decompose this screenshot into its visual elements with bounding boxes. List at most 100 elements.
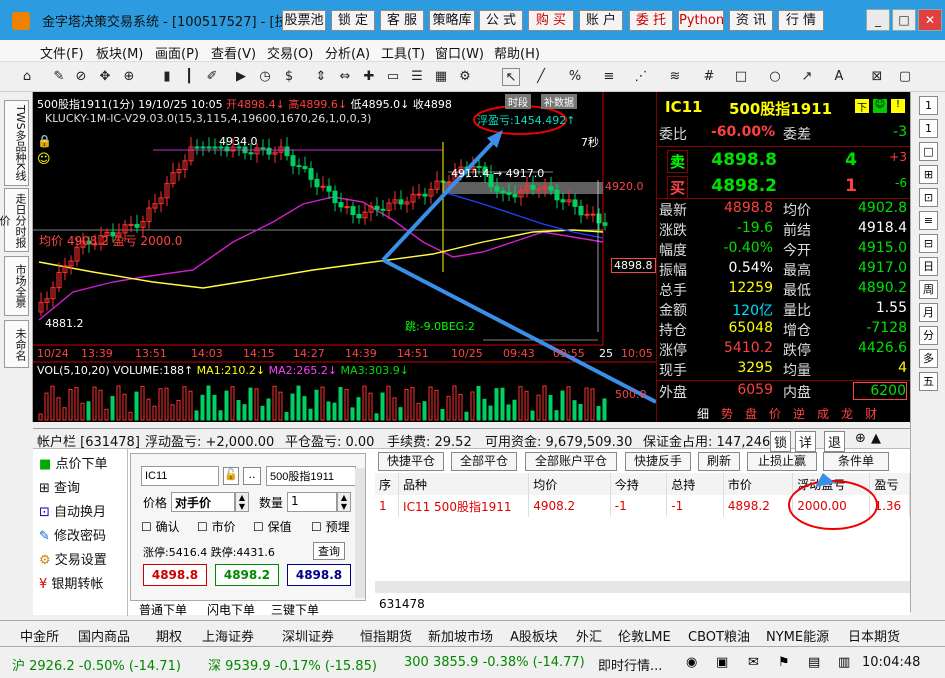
right-tool-0[interactable]: 1 xyxy=(919,96,938,115)
form-scrollbar[interactable] xyxy=(355,468,365,598)
conditional-order-button[interactable]: 条件单 xyxy=(823,452,889,471)
smile-badge-icon[interactable]: ☺ xyxy=(873,99,887,113)
quote-tab-6[interactable]: 龙 xyxy=(841,405,853,422)
top-button-8[interactable]: Python xyxy=(678,10,724,31)
column-header[interactable]: 均价 xyxy=(528,473,611,495)
kline-chart[interactable]: 500股指1911(1分) 19/10/25 10:05 开4898.4↓ 高4… xyxy=(33,92,656,422)
pointer-icon[interactable]: ↖ xyxy=(502,68,520,86)
mail-icon[interactable]: ✉ xyxy=(748,655,759,670)
market-tab-7[interactable]: A股板块 xyxy=(510,626,558,645)
menu-view[interactable]: 查看(V) xyxy=(211,43,256,62)
tab-normal-order[interactable]: 普通下单 xyxy=(139,601,187,618)
doc-icon[interactable]: ▥ xyxy=(838,655,850,670)
quick-close-button[interactable]: 快捷平仓 xyxy=(378,452,444,471)
tab-unnamed[interactable]: 未命名 xyxy=(4,320,29,368)
list-icon[interactable]: ☰ xyxy=(408,68,426,86)
tab-flash-order[interactable]: 闪电下单 xyxy=(207,601,255,618)
expand-icon[interactable]: ▲ xyxy=(871,431,881,446)
edit-icon[interactable]: ✐ xyxy=(203,68,221,86)
folder-icon[interactable]: ▤ xyxy=(808,655,820,670)
refresh-button[interactable]: 刷新 xyxy=(698,452,740,471)
tab-multi-kline[interactable]: TWS多品种K线 xyxy=(4,100,29,186)
buy-price[interactable]: 4898.2 xyxy=(707,176,777,196)
circle-icon[interactable]: ○ xyxy=(766,68,784,86)
kline-icon[interactable]: ▮ xyxy=(158,68,176,86)
market-checkbox[interactable]: ☐ 市价 xyxy=(197,518,236,535)
price-spinner[interactable]: ▲ ▼ xyxy=(235,492,249,512)
sell-price-button[interactable]: 4898.2 xyxy=(215,564,279,586)
quote-tab-2[interactable]: 盘 xyxy=(745,405,757,422)
lock-icon[interactable]: 🔓 xyxy=(223,467,239,485)
market-tab-9[interactable]: 伦敦LME xyxy=(618,626,671,645)
table-scrollbar[interactable] xyxy=(375,581,910,593)
column-header[interactable]: 品种 xyxy=(398,473,530,495)
nav-query[interactable]: ⊞ 查询 xyxy=(39,477,80,496)
right-tool-3[interactable]: ⊞ xyxy=(919,165,938,184)
gear-icon[interactable]: ⚙ xyxy=(456,68,474,86)
close-price-button[interactable]: 4898.8 xyxy=(287,564,351,586)
buy-price-button[interactable]: 4898.8 xyxy=(143,564,207,586)
code-input[interactable] xyxy=(141,466,219,486)
menu-file[interactable]: 文件(F) xyxy=(40,43,84,62)
box-icon[interactable]: ⊠ xyxy=(868,68,886,86)
tab-three-key-order[interactable]: 三键下单 xyxy=(271,601,319,618)
stop-loss-button[interactable]: 止损止赢 xyxy=(747,452,817,471)
column-header[interactable]: 序 xyxy=(375,473,400,495)
close-button[interactable]: ✕ xyxy=(918,9,942,31)
right-tool-2[interactable]: □ xyxy=(919,142,938,161)
lock-button[interactable]: 锁 xyxy=(770,431,792,452)
right-tool-7[interactable]: 日 xyxy=(919,257,938,276)
grid-icon[interactable]: # xyxy=(700,68,718,86)
arrow-icon[interactable]: ↗ xyxy=(798,68,816,86)
menu-window[interactable]: 窗口(W) xyxy=(435,43,484,62)
zoom-icon[interactable]: ⊕ xyxy=(120,68,138,86)
right-tool-12[interactable]: 五 xyxy=(919,372,938,391)
more-button[interactable]: .. xyxy=(243,467,261,485)
view-button[interactable]: 查询 xyxy=(313,542,345,560)
calendar-icon[interactable]: ▦ xyxy=(432,68,450,86)
menu-view-screen[interactable]: 画面(P) xyxy=(155,43,199,62)
qty-input[interactable]: 1 xyxy=(287,492,337,512)
hedge-checkbox[interactable]: ☐ 保值 xyxy=(253,518,292,535)
down-badge-icon[interactable]: 下 xyxy=(855,99,869,114)
crosshair-icon[interactable]: ✥ xyxy=(96,68,114,86)
bell-badge-icon[interactable]: ! xyxy=(891,99,905,113)
top-button-1[interactable]: 锁 定 xyxy=(331,10,375,31)
top-button-4[interactable]: 公 式 xyxy=(479,10,523,31)
market-tab-10[interactable]: CBOT粮油 xyxy=(688,626,750,645)
play-icon[interactable]: ▶ xyxy=(232,68,250,86)
market-tab-11[interactable]: NYME能源 xyxy=(766,626,829,645)
menu-board[interactable]: 板块(M) xyxy=(96,43,143,62)
line-icon[interactable]: ╱ xyxy=(532,68,550,86)
right-tool-4[interactable]: ⊡ xyxy=(919,188,938,207)
market-tab-12[interactable]: 日本期货 xyxy=(848,626,900,645)
news-ticker[interactable]: 即时行情... xyxy=(598,655,662,674)
confirm-checkbox[interactable]: ☐ 确认 xyxy=(141,518,180,535)
left-right-icon[interactable]: ⇔ xyxy=(336,68,354,86)
right-tool-8[interactable]: 周 xyxy=(919,280,938,299)
percent-icon[interactable]: % xyxy=(566,68,584,86)
pin-icon[interactable]: ⊕ xyxy=(855,431,866,446)
name-field[interactable] xyxy=(266,466,356,486)
close-all-accounts-button[interactable]: 全部账户平仓 xyxy=(525,452,617,471)
market-tab-1[interactable]: 国内商品 xyxy=(78,626,130,645)
market-tab-2[interactable]: 期权 xyxy=(156,626,182,645)
top-button-7[interactable]: 委 托 xyxy=(629,10,673,31)
parallel-icon[interactable]: ≡ xyxy=(600,68,618,86)
close-all-button[interactable]: 全部平仓 xyxy=(451,452,517,471)
right-tool-5[interactable]: ≡ xyxy=(919,211,938,230)
lock-icon[interactable]: 🔒 xyxy=(37,134,52,148)
right-tool-11[interactable]: 多 xyxy=(919,349,938,368)
market-tab-0[interactable]: 中金所 xyxy=(20,626,59,645)
text-icon[interactable]: A xyxy=(830,68,848,86)
price-select[interactable]: 对手价 xyxy=(171,492,235,512)
top-button-3[interactable]: 策略库 xyxy=(429,10,475,31)
right-tool-9[interactable]: 月 xyxy=(919,303,938,322)
market-tab-5[interactable]: 恒指期货 xyxy=(360,626,412,645)
market-tab-8[interactable]: 外汇 xyxy=(576,626,602,645)
pen-icon[interactable]: ✎ xyxy=(50,68,68,86)
quick-reverse-button[interactable]: 快捷反手 xyxy=(625,452,691,471)
nav-price-order[interactable]: ■ 点价下单 xyxy=(39,453,107,472)
quote-tab-5[interactable]: 成 xyxy=(817,405,829,422)
buy-label[interactable]: 买 xyxy=(667,176,689,199)
